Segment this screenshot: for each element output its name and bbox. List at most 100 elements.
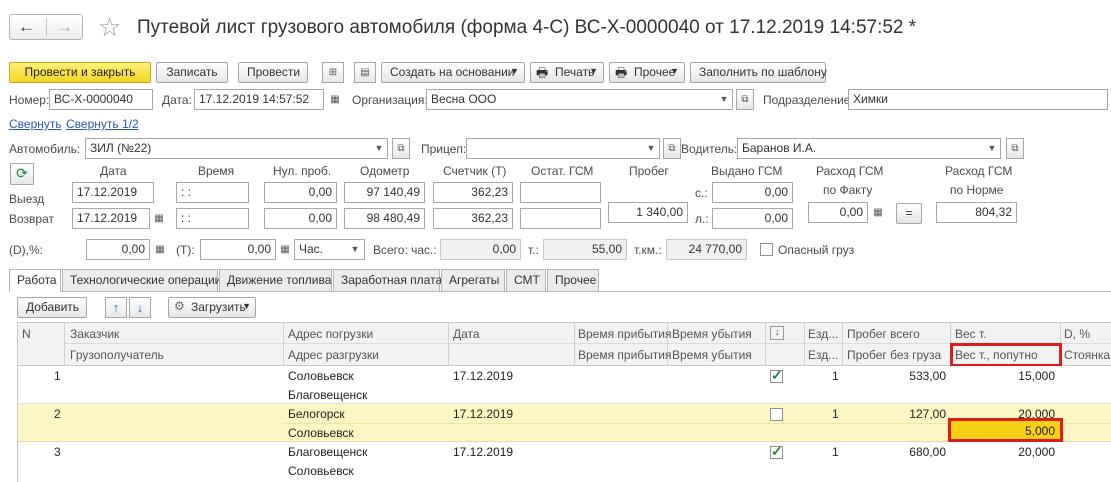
row-load-address: Соловьевск: [288, 369, 354, 383]
exit-fuel-rest-field[interactable]: [520, 182, 601, 203]
chevron-down-icon[interactable]: ▼: [347, 240, 363, 259]
col-header-weight[interactable]: Вес т.: [955, 327, 987, 341]
open-trailer-icon[interactable]: ⧉: [663, 138, 681, 159]
tab-aggregates[interactable]: Агрегаты: [441, 269, 505, 291]
tab-other[interactable]: Прочее: [547, 269, 599, 291]
back-icon[interactable]: ←: [18, 17, 35, 37]
exit-counter-field[interactable]: 362,23: [433, 182, 513, 203]
calculator-icon[interactable]: ▦: [153, 243, 167, 257]
structure-icon[interactable]: ⊞: [322, 62, 344, 83]
other-button[interactable]: 🖶 Прочее ▼: [609, 62, 685, 83]
favorite-star-icon[interactable]: ☆: [98, 12, 121, 43]
post-and-close-button[interactable]: Провести и закрыть: [9, 62, 151, 83]
col-header-arrival[interactable]: Время прибытия: [578, 327, 672, 341]
fuel-fact-field[interactable]: 0,00: [808, 202, 868, 223]
open-organization-icon[interactable]: ⧉: [736, 89, 754, 110]
forward-icon[interactable]: →: [56, 17, 73, 37]
dangerous-cargo-checkbox[interactable]: [760, 243, 773, 256]
row-checkbox[interactable]: [770, 443, 783, 460]
return-fuel-rest-field[interactable]: [520, 208, 601, 229]
fuel-issued-l-field[interactable]: 0,00: [712, 208, 793, 229]
add-row-button[interactable]: Добавить: [17, 297, 87, 318]
tab-smt[interactable]: СМТ: [506, 269, 546, 291]
load-button[interactable]: ⚙ Загрузить ▼: [168, 297, 256, 318]
department-field[interactable]: Химки: [848, 89, 1108, 110]
move-down-icon[interactable]: ↓: [129, 297, 151, 318]
collapse-half-link[interactable]: Свернуть 1/2: [66, 117, 139, 131]
t-field[interactable]: 0,00: [200, 239, 276, 260]
tab-work[interactable]: Работа: [9, 269, 61, 292]
col-header-arrival-2[interactable]: Время прибытия: [578, 348, 672, 362]
load-label: Загрузить: [191, 300, 246, 314]
report-icon[interactable]: ▤: [354, 62, 376, 83]
collapse-link[interactable]: Свернуть: [9, 117, 62, 131]
date-field[interactable]: 17.12.2019 14:57:52: [194, 89, 324, 110]
col-header-mileage-empty[interactable]: Пробег без груза: [847, 348, 941, 362]
row-unload-address: Соловьевск: [288, 464, 354, 478]
organization-field[interactable]: Весна ООО: [426, 89, 733, 110]
fuel-issued-s-field[interactable]: 0,00: [712, 182, 793, 203]
col-header-departure[interactable]: Время убытия: [672, 327, 752, 341]
create-based-on-button[interactable]: Создать на основании ▼: [381, 62, 525, 83]
chevron-down-icon: ▼: [589, 66, 598, 76]
row-mileage: 127,00: [909, 407, 946, 421]
col-header-consignee[interactable]: Грузополучатель: [70, 348, 164, 362]
calculator-icon[interactable]: ▦: [278, 243, 292, 257]
refresh-icon[interactable]: ⟳: [10, 163, 34, 185]
chevron-down-icon[interactable]: ▼: [371, 139, 387, 158]
chevron-down-icon[interactable]: ▼: [716, 90, 732, 109]
return-zero-run-field[interactable]: 0,00: [264, 208, 337, 229]
move-up-icon[interactable]: ↑: [105, 297, 127, 318]
chevron-down-icon[interactable]: ▼: [643, 139, 659, 158]
total-hours-label: Всего: час.:: [373, 243, 437, 257]
exit-zero-run-field[interactable]: 0,00: [264, 182, 337, 203]
return-odometer-field[interactable]: 98 480,49: [344, 208, 425, 229]
row-number: 3: [54, 445, 61, 459]
return-time-field[interactable]: : :: [176, 208, 249, 229]
fuel-norm-field[interactable]: 804,32: [936, 202, 1017, 223]
col-header-parking[interactable]: Стоянка: [1064, 348, 1110, 362]
calendar-icon[interactable]: ▦: [328, 93, 342, 107]
driver-field[interactable]: Баранов И.А.: [737, 138, 1001, 159]
fill-by-template-button[interactable]: Заполнить по шаблону: [690, 62, 827, 83]
d-percent-field[interactable]: 0,00: [86, 239, 150, 260]
calculator-icon[interactable]: ▦: [871, 206, 885, 220]
col-header-d-percent[interactable]: D, %: [1064, 327, 1090, 341]
mileage-field[interactable]: 1 340,00: [608, 202, 688, 223]
trailer-field[interactable]: [466, 138, 660, 159]
calendar-icon[interactable]: ▦: [152, 212, 166, 226]
number-field[interactable]: ВС-Х-0000040: [49, 89, 153, 110]
return-date-field[interactable]: 17.12.2019: [72, 208, 150, 229]
table-row[interactable]: [17, 366, 1111, 404]
tab-fuel-movement[interactable]: Движение топлива: [219, 269, 332, 291]
col-header-departure-2[interactable]: Время убытия: [672, 348, 752, 362]
col-header-unload-address[interactable]: Адрес разгрузки: [288, 348, 379, 362]
row-checkbox[interactable]: [770, 367, 783, 384]
col-header-customer[interactable]: Заказчик: [70, 327, 119, 341]
exit-odometer-field[interactable]: 97 140,49: [344, 182, 425, 203]
return-counter-field[interactable]: 362,23: [433, 208, 513, 229]
open-driver-icon[interactable]: ⧉: [1006, 138, 1024, 159]
chevron-down-icon[interactable]: ▼: [984, 139, 1000, 158]
post-button[interactable]: Провести: [238, 62, 308, 83]
col-header-trips-2[interactable]: Езд...: [808, 348, 838, 362]
col-header-n[interactable]: N: [22, 327, 31, 341]
col-header-date[interactable]: Дата: [453, 327, 480, 341]
col-header-trips[interactable]: Езд...: [808, 327, 838, 341]
row-unload-address: Соловьевск: [288, 426, 354, 440]
car-field[interactable]: ЗИЛ (№22): [85, 138, 388, 159]
equals-button[interactable]: =: [896, 203, 922, 224]
tab-salary[interactable]: Заработная плата: [333, 269, 442, 291]
row-checkbox[interactable]: [770, 408, 783, 421]
weight-passing-cell[interactable]: 5,000: [948, 418, 1063, 442]
sort-arrow-icon[interactable]: ↓: [770, 326, 784, 340]
table-row[interactable]: [17, 442, 1111, 482]
save-button[interactable]: Записать: [156, 62, 228, 83]
open-car-icon[interactable]: ⧉: [392, 138, 410, 159]
col-header-mileage-total[interactable]: Пробег всего: [847, 327, 920, 341]
tab-tech-operations[interactable]: Технологические операции: [62, 269, 221, 291]
exit-time-field[interactable]: : :: [176, 182, 249, 203]
print-button[interactable]: 🖶 Печать ▼: [530, 62, 604, 83]
col-header-load-address[interactable]: Адрес погрузки: [288, 327, 373, 341]
exit-date-field[interactable]: 17.12.2019: [72, 182, 154, 203]
